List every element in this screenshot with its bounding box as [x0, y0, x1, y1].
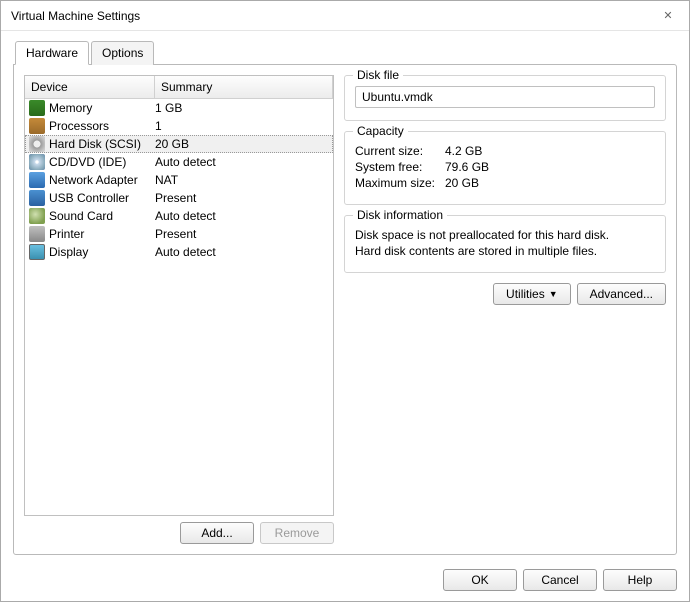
disk-info-legend: Disk information: [353, 208, 447, 222]
utilities-label: Utilities: [506, 287, 545, 301]
disk-info-line1: Disk space is not preallocated for this …: [355, 228, 655, 242]
device-name: Display: [49, 245, 155, 259]
dsp-icon: [29, 244, 45, 260]
column-header-summary[interactable]: Summary: [155, 76, 333, 98]
dialog-footer: OK Cancel Help: [1, 561, 689, 601]
device-name: CD/DVD (IDE): [49, 155, 155, 169]
cancel-button[interactable]: Cancel: [523, 569, 597, 591]
device-name: Memory: [49, 101, 155, 115]
device-row[interactable]: USB ControllerPresent: [25, 189, 333, 207]
capacity-current-size: Current size: 4.2 GB: [355, 144, 655, 158]
device-rows: Memory1 GBProcessors1Hard Disk (SCSI)20 …: [25, 99, 333, 261]
device-row[interactable]: DisplayAuto detect: [25, 243, 333, 261]
utilities-button[interactable]: Utilities ▼: [493, 283, 571, 305]
disk-file-group: Disk file: [344, 75, 666, 121]
device-name: Network Adapter: [49, 173, 155, 187]
capacity-group: Capacity Current size: 4.2 GB System fre…: [344, 131, 666, 205]
hardware-panel: Device Summary Memory1 GBProcessors1Hard…: [13, 64, 677, 555]
device-summary: 20 GB: [155, 137, 329, 151]
add-button[interactable]: Add...: [180, 522, 254, 544]
capacity-legend: Capacity: [353, 124, 408, 138]
device-name: Printer: [49, 227, 155, 241]
disk-info-line2: Hard disk contents are stored in multipl…: [355, 244, 655, 258]
tab-hardware[interactable]: Hardware: [15, 41, 89, 65]
capacity-maximum-size-label: Maximum size:: [355, 176, 445, 190]
device-row[interactable]: Hard Disk (SCSI)20 GB: [25, 135, 333, 153]
right-column: Disk file Capacity Current size: 4.2 GB …: [344, 75, 666, 544]
device-summary: Present: [155, 191, 329, 205]
help-button[interactable]: Help: [603, 569, 677, 591]
device-name: Sound Card: [49, 209, 155, 223]
device-name: Hard Disk (SCSI): [49, 137, 155, 151]
device-summary: 1: [155, 119, 329, 133]
tab-options[interactable]: Options: [91, 41, 154, 65]
device-row[interactable]: CD/DVD (IDE)Auto detect: [25, 153, 333, 171]
chevron-down-icon: ▼: [549, 289, 558, 299]
usb-icon: [29, 190, 45, 206]
disk-file-input[interactable]: [355, 86, 655, 108]
capacity-system-free-value: 79.6 GB: [445, 160, 489, 174]
disk-file-legend: Disk file: [353, 68, 403, 82]
disk-action-buttons: Utilities ▼ Advanced...: [344, 283, 666, 305]
device-row[interactable]: Memory1 GB: [25, 99, 333, 117]
cd-icon: [29, 154, 45, 170]
device-buttons: Add... Remove: [24, 522, 334, 544]
snd-icon: [29, 208, 45, 224]
capacity-current-size-value: 4.2 GB: [445, 144, 482, 158]
ok-button[interactable]: OK: [443, 569, 517, 591]
left-column: Device Summary Memory1 GBProcessors1Hard…: [24, 75, 334, 544]
tab-bar: Hardware Options: [13, 41, 677, 65]
window-title: Virtual Machine Settings: [11, 9, 657, 23]
capacity-current-size-label: Current size:: [355, 144, 445, 158]
device-summary: Present: [155, 227, 329, 241]
disk-info-group: Disk information Disk space is not preal…: [344, 215, 666, 273]
column-header-device[interactable]: Device: [25, 76, 155, 98]
device-name: USB Controller: [49, 191, 155, 205]
device-summary: Auto detect: [155, 209, 329, 223]
device-list-header: Device Summary: [25, 76, 333, 99]
vm-settings-window: Virtual Machine Settings ✕ Hardware Opti…: [0, 0, 690, 602]
device-row[interactable]: PrinterPresent: [25, 225, 333, 243]
device-name: Processors: [49, 119, 155, 133]
close-icon[interactable]: ✕: [657, 8, 679, 24]
device-row[interactable]: Processors1: [25, 117, 333, 135]
hdd-icon: [29, 136, 45, 152]
prn-icon: [29, 226, 45, 242]
window-body: Hardware Options Device Summary Memory1 …: [1, 31, 689, 561]
device-summary: Auto detect: [155, 155, 329, 169]
device-summary: NAT: [155, 173, 329, 187]
cpu-icon: [29, 118, 45, 134]
mem-icon: [29, 100, 45, 116]
remove-button: Remove: [260, 522, 334, 544]
device-row[interactable]: Network AdapterNAT: [25, 171, 333, 189]
capacity-maximum-size-value: 20 GB: [445, 176, 479, 190]
device-summary: 1 GB: [155, 101, 329, 115]
capacity-system-free-label: System free:: [355, 160, 445, 174]
titlebar: Virtual Machine Settings ✕: [1, 1, 689, 31]
advanced-button[interactable]: Advanced...: [577, 283, 666, 305]
device-summary: Auto detect: [155, 245, 329, 259]
device-list[interactable]: Device Summary Memory1 GBProcessors1Hard…: [24, 75, 334, 516]
capacity-system-free: System free: 79.6 GB: [355, 160, 655, 174]
net-icon: [29, 172, 45, 188]
device-row[interactable]: Sound CardAuto detect: [25, 207, 333, 225]
capacity-maximum-size: Maximum size: 20 GB: [355, 176, 655, 190]
